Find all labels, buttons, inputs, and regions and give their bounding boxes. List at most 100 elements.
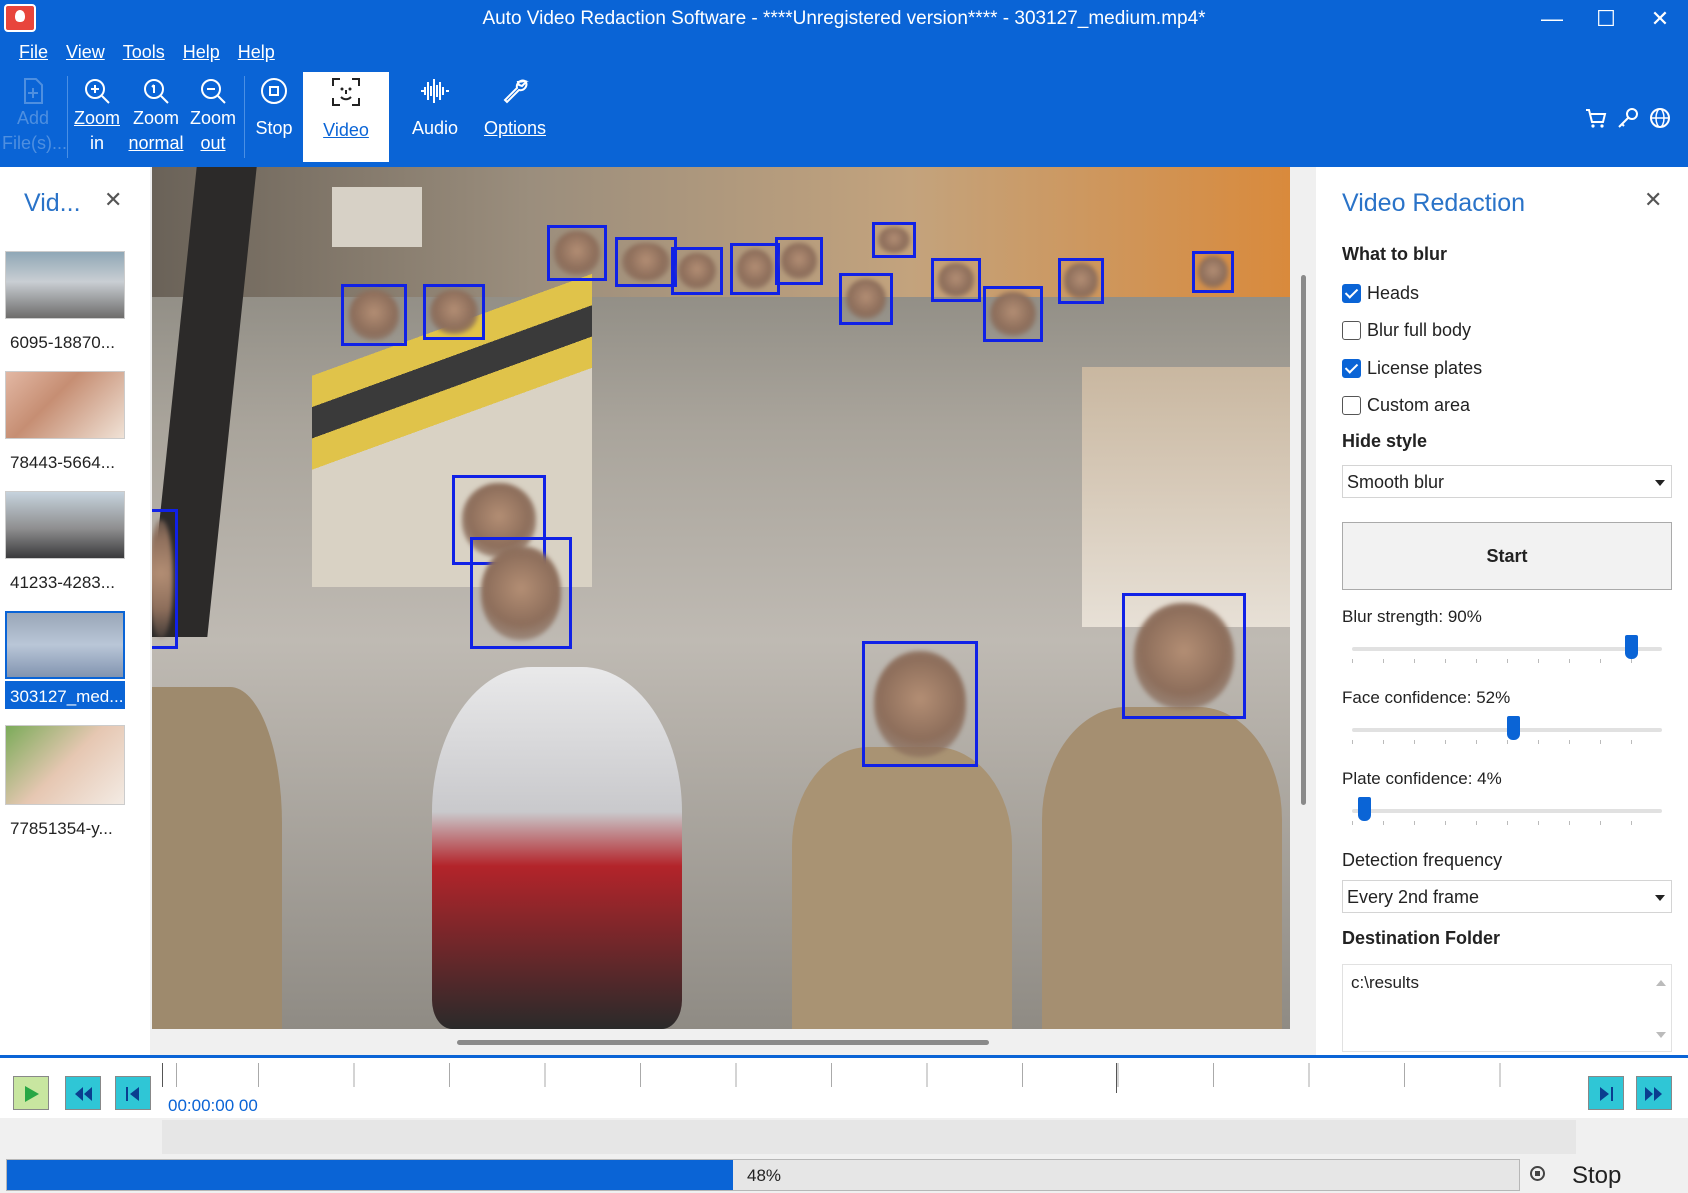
zoom-normal-label-2: normal [128, 133, 184, 153]
heads-checkbox[interactable]: Heads [1342, 283, 1419, 304]
tab-audio[interactable]: Audio [402, 72, 468, 162]
zoom-normal-label-1: Zoom [132, 108, 179, 128]
slider-track [1352, 809, 1662, 813]
custom-area-checkbox[interactable]: Custom area [1342, 395, 1470, 416]
slider-thumb[interactable] [1507, 716, 1521, 740]
face-detection-box[interactable] [1192, 251, 1234, 293]
face-detection-box[interactable] [470, 537, 572, 649]
face-detection-box[interactable] [983, 286, 1043, 342]
checkbox-box[interactable] [1342, 396, 1361, 415]
face-detection-box[interactable] [775, 237, 823, 285]
file-thumbnail [5, 371, 125, 439]
rewind-to-start-button[interactable] [65, 1076, 101, 1110]
checkbox-box[interactable] [1342, 359, 1361, 378]
zoom-in-label-1: Zoom [73, 108, 120, 128]
detection-frequency-dropdown[interactable]: Every 2nd frame [1342, 880, 1672, 913]
step-back-icon [126, 1087, 139, 1101]
files-panel-title: Vid... [24, 189, 81, 217]
face-detection-box[interactable] [839, 273, 893, 325]
timeline-ruler[interactable] [162, 1063, 1582, 1087]
video-preview[interactable] [152, 167, 1290, 1029]
slider-ticks [1352, 821, 1662, 825]
menu-tools[interactable]: Tools [114, 42, 174, 66]
face-detection-box[interactable] [931, 258, 981, 302]
license-plates-checkbox[interactable]: License plates [1342, 358, 1482, 379]
menu-bar: File View Tools Help Help [10, 42, 284, 66]
face-detection-box[interactable] [423, 284, 485, 340]
blur-full-body-checkbox[interactable]: Blur full body [1342, 320, 1471, 341]
play-button[interactable] [13, 1076, 49, 1110]
toolbar-right-icons [1584, 106, 1672, 130]
plate-confidence-slider[interactable] [1352, 797, 1662, 827]
scroll-up-icon[interactable] [1656, 975, 1666, 986]
face-detection-box[interactable] [615, 237, 677, 287]
file-item-5[interactable]: 77851354-y... [5, 725, 125, 843]
timeline-playhead[interactable] [1116, 1063, 1117, 1093]
menu-view[interactable]: View [57, 42, 114, 66]
face-detection-box[interactable] [341, 284, 407, 346]
play-icon [25, 1086, 39, 1102]
menu-file[interactable]: File [10, 42, 57, 66]
forward-to-end-button[interactable] [1636, 1076, 1672, 1110]
file-item-2[interactable]: 78443-5664... [5, 371, 125, 477]
key-icon[interactable] [1616, 106, 1640, 130]
scroll-down-icon[interactable] [1656, 1032, 1666, 1043]
stop-circle-icon[interactable] [1530, 1166, 1545, 1181]
file-name: 77851354-y... [10, 819, 113, 838]
timeline-scrollbar[interactable] [162, 1120, 1576, 1154]
slider-track [1352, 647, 1662, 651]
tab-options[interactable]: Options [478, 72, 552, 162]
file-name: 303127_med... [5, 681, 125, 709]
preview-vertical-scrollbar[interactable] [1301, 275, 1306, 805]
checkbox-box[interactable] [1342, 321, 1361, 340]
face-detection-box[interactable] [1122, 593, 1246, 719]
blur-strength-slider[interactable] [1352, 635, 1662, 665]
minimize-button[interactable]: — [1532, 4, 1572, 34]
zoom-out-icon [201, 79, 226, 104]
add-files-button[interactable]: Add File(s)... [2, 72, 67, 162]
what-to-blur-heading: What to blur [1342, 244, 1447, 264]
cart-icon[interactable] [1584, 106, 1608, 130]
face-confidence-slider[interactable] [1352, 716, 1662, 746]
hide-style-dropdown[interactable]: Smooth blur [1342, 465, 1672, 498]
file-item-4[interactable]: 303127_med... [5, 611, 125, 709]
destination-scrollbar[interactable] [1653, 969, 1669, 1047]
close-button[interactable]: ✕ [1640, 4, 1680, 34]
face-detection-box[interactable] [1058, 258, 1104, 304]
zoom-out-button[interactable]: Zoom out [186, 72, 240, 162]
zoom-in-icon [85, 79, 110, 104]
video-files-panel: Vid... ✕ 6095-18870... 78443-5664... 412… [0, 167, 150, 1055]
file-thumbnail [5, 725, 125, 805]
checkbox-box[interactable] [1342, 284, 1361, 303]
face-detection-box[interactable] [872, 222, 916, 258]
maximize-button[interactable]: ☐ [1586, 4, 1626, 34]
slider-thumb[interactable] [1625, 635, 1638, 659]
face-detection-box[interactable] [730, 243, 780, 295]
start-button[interactable]: Start [1342, 522, 1672, 590]
file-item-1[interactable]: 6095-18870... [5, 251, 125, 357]
globe-icon[interactable] [1648, 106, 1672, 130]
zoom-normal-button[interactable]: Zoom normal [126, 72, 186, 162]
step-back-button[interactable] [115, 1076, 151, 1110]
preview-horizontal-scrollbar[interactable] [457, 1040, 989, 1045]
menu-help-2[interactable]: Help [229, 42, 284, 66]
face-detection-box[interactable] [547, 225, 607, 281]
files-panel-close-icon[interactable]: ✕ [104, 187, 122, 213]
progress-text: 48% [746, 1166, 782, 1185]
file-item-3[interactable]: 41233-4283... [5, 491, 125, 597]
slider-thumb[interactable] [1358, 797, 1372, 821]
tab-video[interactable]: Video [303, 72, 389, 162]
add-files-label-2: File(s)... [2, 133, 67, 153]
redaction-panel-close-icon[interactable]: ✕ [1644, 187, 1662, 213]
zoom-in-button[interactable]: Zoom in [70, 72, 124, 162]
face-detection-box[interactable] [671, 247, 723, 295]
step-forward-button[interactable] [1588, 1076, 1624, 1110]
status-stop-button[interactable]: Stop [1572, 1162, 1621, 1190]
menu-help[interactable]: Help [174, 42, 229, 66]
stop-toolbar-button[interactable]: Stop [248, 72, 300, 162]
tab-options-label: Options [483, 118, 547, 138]
face-detection-box[interactable] [862, 641, 978, 767]
face-detection-box[interactable] [152, 509, 178, 649]
destination-folder-field[interactable]: c:\results [1342, 964, 1672, 1052]
checkbox-label: Heads [1367, 283, 1420, 303]
